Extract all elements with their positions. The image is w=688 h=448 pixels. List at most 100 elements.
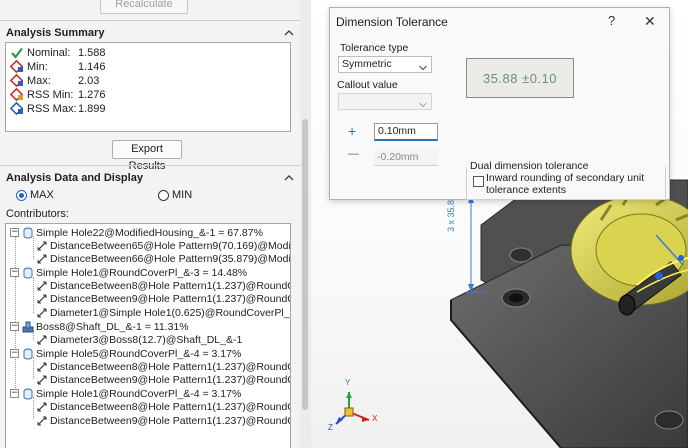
recalculate-button[interactable]: Recalculate <box>100 0 188 14</box>
tolerance-type-label: Tolerance type <box>340 42 409 54</box>
tree-item-label: DistanceBetween9@Hole Pattern1(1.237)@Ro… <box>50 414 290 427</box>
tolerance-type-dropdown[interactable]: Symmetric <box>338 56 432 73</box>
tree-child-row[interactable]: DistanceBetween65@Hole Pattern9(70.169)@… <box>36 239 290 252</box>
collapse-toggle-icon[interactable]: − <box>10 349 19 358</box>
summary-row-min: Min: 1.146 <box>9 59 106 74</box>
upper-tolerance-input[interactable]: 0.10mm <box>374 123 438 141</box>
dimension-callout-label[interactable]: 3 x 35.88 <box>446 195 456 232</box>
dimension-icon <box>36 240 48 252</box>
dimension-icon <box>36 293 48 305</box>
tolerance-preview-text: 35.88 ±0.10 <box>482 71 558 86</box>
max-radio[interactable]: MAX <box>16 189 54 201</box>
dimension-icon <box>36 415 48 427</box>
collapse-toggle-icon[interactable]: − <box>10 228 19 237</box>
summary-value: 1.276 <box>78 89 106 101</box>
lower-tolerance-input[interactable]: -0.20mm <box>374 149 438 166</box>
contributors-label: Contributors: <box>6 208 69 220</box>
dimension-icon <box>36 334 48 346</box>
max-icon <box>9 73 24 88</box>
summary-label: Nominal: <box>27 47 71 59</box>
triad-y-label: Y <box>345 378 351 387</box>
check-icon <box>10 46 24 60</box>
divider <box>0 20 300 21</box>
min-radio-label: MIN <box>172 189 193 201</box>
collapse-toggle-icon[interactable]: − <box>10 268 19 277</box>
collapse-toggle-icon[interactable]: − <box>10 322 19 331</box>
dual-dimension-title: Dual dimension tolerance <box>470 160 592 172</box>
dimension-icon <box>36 361 48 373</box>
summary-label: Min: <box>27 61 48 73</box>
summary-row-max: Max: 2.03 <box>9 73 99 88</box>
tree-item-label: Diameter1@Simple Hole1(0.625)@RoundCover… <box>50 306 291 319</box>
tree-item-label: Simple Hole22@ModifiedHousing_&-1 = 67.8… <box>36 226 263 239</box>
dimension-icon <box>36 253 48 265</box>
hole-feature-icon <box>22 388 34 400</box>
radio-unselected-icon <box>158 189 169 201</box>
rss-min-icon <box>9 87 24 102</box>
tree-connector <box>33 236 34 259</box>
tree-group-row[interactable]: − Simple Hole1@RoundCoverPl_&-4 = 3.17% <box>10 387 241 400</box>
boss-feature-icon <box>22 321 34 333</box>
tree-child-row[interactable]: DistanceBetween9@Hole Pattern1(1.237)@Ro… <box>36 292 290 305</box>
tree-group-row[interactable]: − Simple Hole5@RoundCoverPl_&-4 = 3.17% <box>10 347 241 360</box>
orientation-triad <box>335 392 370 425</box>
tree-child-row[interactable]: DistanceBetween8@Hole Pattern1(1.237)@Ro… <box>36 279 290 292</box>
tree-connector <box>33 397 34 419</box>
summary-value: 1.899 <box>78 103 106 115</box>
dimension-icon <box>36 280 48 292</box>
close-icon[interactable]: ✕ <box>644 13 656 30</box>
tolerance-preview: 35.88 ±0.10 <box>466 58 574 98</box>
tree-child-row[interactable]: Diameter1@Simple Hole1(0.625)@RoundCover… <box>36 306 291 319</box>
summary-value: 1.588 <box>78 47 106 59</box>
inward-rounding-label[interactable]: Inward rounding of secondary unit tolera… <box>486 172 656 196</box>
tree-connector <box>33 357 34 379</box>
panel-scrollbar-thumb[interactable] <box>302 119 308 410</box>
collapse-toggle-icon[interactable]: − <box>10 389 19 398</box>
dual-dimension-group: Dual dimension tolerance Inward rounding… <box>466 160 666 202</box>
tolerance-type-value: Symmetric <box>342 58 392 70</box>
minus-icon: — <box>348 148 359 160</box>
tree-child-row[interactable]: DistanceBetween66@Hole Pattern9(35.879)@… <box>36 252 290 265</box>
tree-child-row[interactable]: Diameter3@Boss8(12.7)@Shaft_DL_&-1 <box>36 333 242 346</box>
min-radio[interactable]: MIN <box>158 189 192 201</box>
tree-item-label: Simple Hole5@RoundCoverPl_&-4 = 3.17% <box>36 347 242 360</box>
rss-max-icon <box>9 101 24 116</box>
plus-icon: + <box>348 123 357 139</box>
tree-child-row[interactable]: DistanceBetween9@Hole Pattern1(1.237)@Ro… <box>36 373 290 386</box>
summary-label: RSS Min: <box>27 89 74 101</box>
triad-z-label: Z <box>328 423 333 432</box>
tree-connector <box>15 236 16 398</box>
property-manager-panel: Recalculate Analysis Summary Nominal: 1.… <box>0 0 311 448</box>
tree-group-row[interactable]: − Boss8@Shaft_DL_&-1 = 11.31% <box>10 320 189 333</box>
collapse-summary-icon[interactable] <box>284 28 294 38</box>
tree-group-row[interactable]: − Simple Hole22@ModifiedHousing_&-1 = 67… <box>10 226 263 239</box>
hole-feature-icon <box>22 227 34 239</box>
tree-child-row[interactable]: DistanceBetween9@Hole Pattern1(1.237)@Ro… <box>36 414 290 427</box>
tree-item-label: Simple Hole1@RoundCoverPl_&-3 = 14.48% <box>36 266 248 279</box>
summary-row-rss-min: RSS Min: 1.276 <box>9 87 106 102</box>
radio-selected-icon <box>16 189 27 201</box>
callout-value-label: Callout value <box>337 79 398 91</box>
tree-child-row[interactable]: DistanceBetween8@Hole Pattern1(1.237)@Ro… <box>36 400 290 413</box>
help-icon[interactable]: ? <box>608 13 615 28</box>
summary-value: 1.146 <box>78 61 106 73</box>
dimension-icon <box>36 374 48 386</box>
summary-row-nominal: Nominal: 1.588 <box>10 46 106 60</box>
callout-value-dropdown[interactable] <box>338 93 432 110</box>
tree-item-label: DistanceBetween8@Hole Pattern1(1.237)@Ro… <box>50 360 290 373</box>
inward-rounding-checkbox[interactable] <box>473 176 484 187</box>
tree-group-row[interactable]: − Simple Hole1@RoundCoverPl_&-3 = 14.48% <box>10 266 247 279</box>
collapse-display-icon[interactable] <box>284 173 294 183</box>
tree-child-row[interactable]: DistanceBetween8@Hole Pattern1(1.237)@Ro… <box>36 360 290 373</box>
summary-label: RSS Max: <box>27 103 77 115</box>
divider <box>0 165 300 166</box>
tree-item-label: DistanceBetween9@Hole Pattern1(1.237)@Ro… <box>50 292 290 305</box>
dimension-icon <box>36 307 48 319</box>
export-results-button[interactable]: Export Results <box>112 140 182 172</box>
tree-item-label: DistanceBetween9@Hole Pattern1(1.237)@Ro… <box>50 373 290 386</box>
hole-feature-icon <box>22 348 34 360</box>
analysis-summary-box: Nominal: 1.588 Min: 1.146 Max: 2.03 RSS … <box>5 42 291 132</box>
max-radio-label: MAX <box>30 189 54 201</box>
tree-item-label: DistanceBetween8@Hole Pattern1(1.237)@Ro… <box>50 279 290 292</box>
summary-row-rss-max: RSS Max: 1.899 <box>9 101 106 116</box>
